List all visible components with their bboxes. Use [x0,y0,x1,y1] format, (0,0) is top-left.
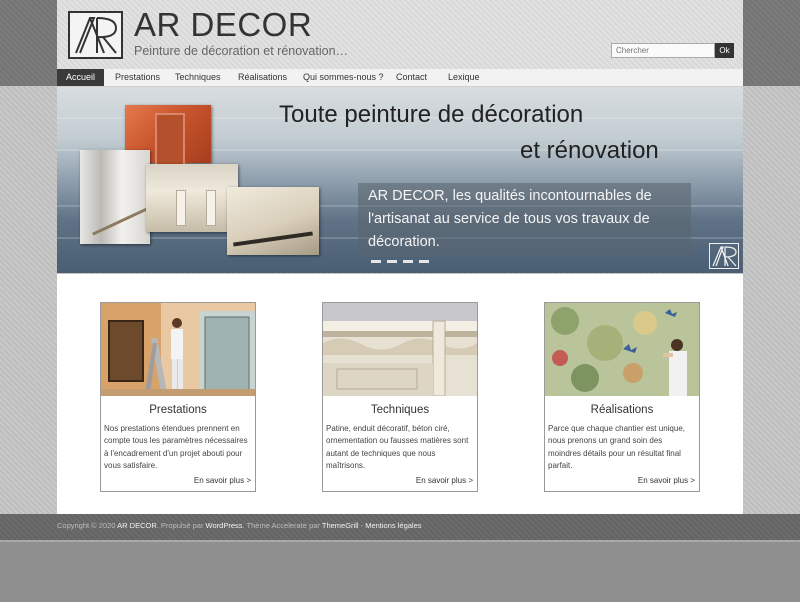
card-image-moldings[interactable] [323,303,477,396]
card-title[interactable]: Réalisations [545,404,699,416]
main-content: Prestations Nos prestations étendues pre… [57,274,743,514]
read-more-link[interactable]: En savoir plus > [194,476,251,485]
footer-propulse-text: . Propulsé par [156,521,206,530]
hero-photo-staircase [227,187,319,255]
card-description: Parce que chaque chantier est unique, no… [548,424,685,471]
hero-photo-columns [146,164,238,232]
card-title[interactable]: Techniques [323,404,477,416]
nav-item-contact[interactable]: Contact [396,69,427,86]
slider-dot-4[interactable] [419,260,429,263]
footer-copyright-text: Copyright © 2020 [57,521,118,530]
nav-item-qui-sommes-nous[interactable]: Qui sommes-nous ? [303,69,384,86]
card-prestations: Prestations Nos prestations étendues pre… [100,302,256,492]
read-more-link[interactable]: En savoir plus > [416,476,473,485]
slider-dot-3[interactable] [403,260,413,263]
nav-item-techniques[interactable]: Techniques [175,69,221,86]
hero-caption-box: AR DECOR, les qualités incontournables d… [358,183,691,257]
nav-item-lexique[interactable]: Lexique [448,69,480,86]
card-image-mural[interactable] [545,303,699,396]
search-input[interactable] [611,43,715,58]
hero-photo-corridor [80,150,150,244]
site-title[interactable]: AR DECOR [134,6,312,44]
footer-brand-link[interactable]: AR DECOR [117,521,157,530]
slider-dot-2[interactable] [387,260,397,263]
footer-wordpress-link[interactable]: WordPress [206,521,243,530]
card-title[interactable]: Prestations [101,404,255,416]
footer-legal-link[interactable]: Mentions légales [365,521,421,530]
card-image-painter[interactable] [101,303,255,396]
hero-title-line1: Toute peinture de décoration [279,101,584,128]
page-background-bottom [0,540,800,602]
card-techniques: Techniques Patine, enduit décoratif, bét… [322,302,478,492]
site-tagline: Peinture de décoration et rénovation… [134,44,349,58]
site-logo[interactable] [68,11,123,59]
footer-copyright: Copyright © 2020 AR DECOR. Propulsé par … [57,521,422,530]
site-header: AR DECOR Peinture de décoration et rénov… [57,0,743,69]
nav-item-realisations[interactable]: Réalisations [238,69,287,86]
footer-theme-text: . Thème Accelerate par [242,521,322,530]
slider-dot-1[interactable] [371,260,381,263]
read-more-link[interactable]: En savoir plus > [638,476,695,485]
search-button[interactable]: Ok [715,43,734,58]
hero-ar-logo-icon [709,243,739,269]
card-description: Nos prestations étendues prennent en com… [104,424,248,471]
card-description: Patine, enduit décoratif, béton ciré, or… [326,424,469,471]
card-realisations: Réalisations Parce que chaque chantier e… [544,302,700,492]
nav-item-accueil[interactable]: Accueil [57,69,105,86]
hero-caption-text: AR DECOR, les qualités incontournables d… [368,188,652,250]
hero-title-line2: et rénovation [520,137,659,164]
nav-item-prestations[interactable]: Prestations [115,69,160,86]
hero-slider[interactable]: Toute peinture de décoration et rénovati… [57,87,743,273]
ar-monogram-icon [75,17,118,54]
main-navigation: Accueil Prestations Techniques Réalisati… [57,69,743,87]
footer-themegrill-link[interactable]: ThemeGrill [322,521,359,530]
